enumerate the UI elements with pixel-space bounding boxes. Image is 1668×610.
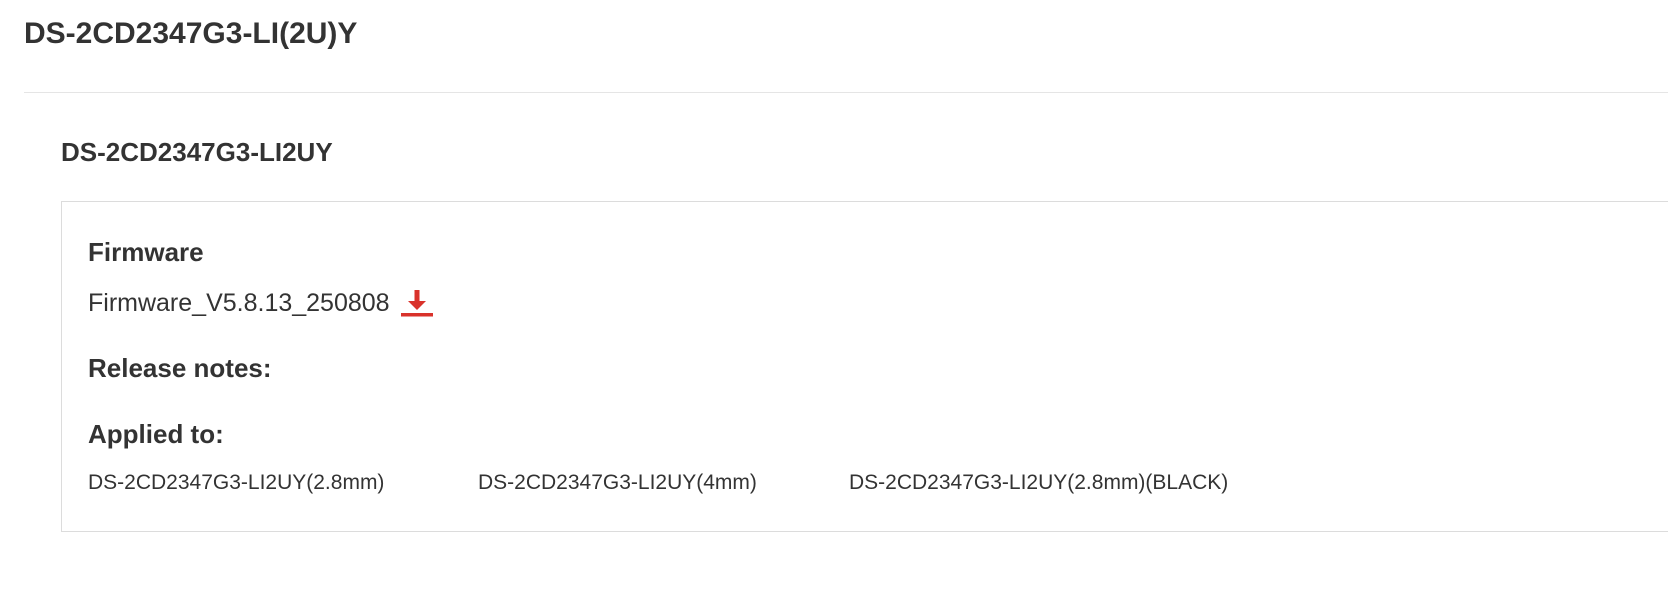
firmware-heading: Firmware: [88, 237, 204, 267]
page-title: DS-2CD2347G3-LI(2U)Y: [24, 17, 358, 50]
firmware-name: Firmware_V5.8.13_250808: [88, 289, 390, 317]
model-title: DS-2CD2347G3-LI2UY: [61, 137, 333, 167]
firmware-page: DS-2CD2347G3-LI(2U)Y DS-2CD2347G3-LI2UY …: [0, 0, 1668, 610]
header-divider: [24, 92, 1668, 93]
applied-to-heading: Applied to:: [88, 419, 224, 449]
firmware-row: Firmware_V5.8.13_250808: [88, 286, 434, 320]
applied-to-item: DS-2CD2347G3-LI2UY(4mm): [478, 471, 757, 494]
applied-to-list: DS-2CD2347G3-LI2UY(2.8mm) DS-2CD2347G3-L…: [88, 468, 1588, 498]
applied-to-item: DS-2CD2347G3-LI2UY(2.8mm)(BLACK): [849, 471, 1229, 494]
firmware-card: Firmware Firmware_V5.8.13_250808 Release…: [61, 201, 1668, 532]
release-notes-heading: Release notes:: [88, 353, 272, 383]
applied-to-item: DS-2CD2347G3-LI2UY(2.8mm): [88, 471, 385, 494]
download-icon[interactable]: [400, 288, 434, 318]
